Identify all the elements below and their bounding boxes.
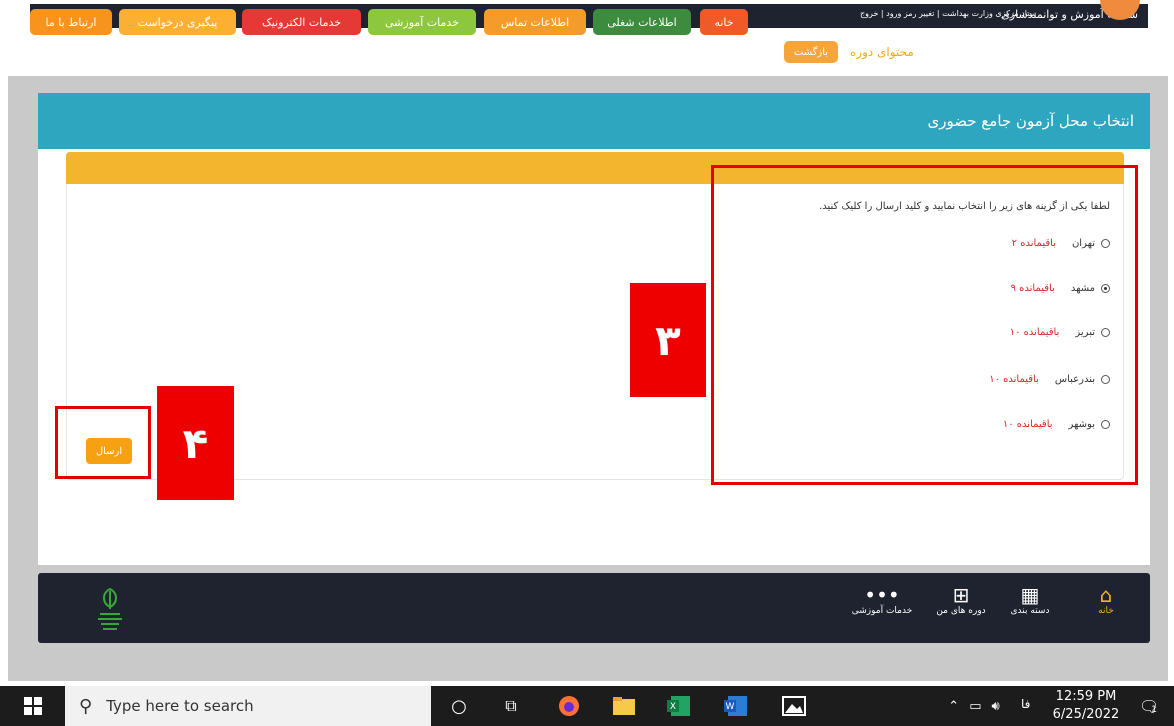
file-explorer-button[interactable] — [601, 686, 647, 726]
nav-track-request-button[interactable]: پیگیری درخواست — [119, 9, 236, 35]
nav-contact-us-button[interactable]: ارتباط با ما — [30, 9, 112, 35]
nav-bar — [30, 28, 1148, 76]
annotation-label-3: ۳ — [630, 283, 706, 397]
notification-button[interactable]: 🗨︎ 1 — [1128, 686, 1168, 726]
taskbar-clock[interactable]: 12:59 PM 6/25/2022 — [1046, 688, 1126, 724]
page-title: انتخاب محل آزمون جامع حضوری — [927, 112, 1134, 130]
taskbar-search-box[interactable]: ⚲ Type here to search — [65, 686, 431, 726]
clock-date: 6/25/2022 — [1052, 707, 1120, 722]
chevron-up-icon[interactable]: ⌃ — [948, 699, 959, 714]
annotation-box-3 — [711, 165, 1138, 485]
cortana-icon: ○ — [451, 695, 467, 717]
nav-job-info-button[interactable]: اطلاعات شغلی — [593, 9, 691, 35]
footer-edu-services[interactable]: ••• خدمات آموزشی — [844, 584, 920, 616]
excel-icon: X — [667, 696, 690, 716]
back-button[interactable]: بازگشت — [784, 41, 838, 63]
network-icon[interactable]: ▭ — [969, 699, 981, 714]
svg-text:X: X — [670, 702, 676, 712]
search-icon: ⚲ — [79, 695, 93, 717]
clock-time: 12:59 PM — [1055, 689, 1117, 704]
submit-button[interactable]: ارسال — [86, 438, 132, 464]
folder-icon — [613, 697, 635, 715]
firefox-button[interactable] — [546, 686, 592, 726]
cortana-button[interactable]: ○ — [436, 686, 482, 726]
home-icon: ⌂ — [1099, 583, 1113, 607]
volume-icon[interactable]: 🔊︎ — [992, 699, 1000, 714]
footer-home[interactable]: ⌂ خانه — [1090, 584, 1122, 616]
language-indicator[interactable]: فا — [1021, 697, 1030, 711]
nav-e-services-button[interactable]: خدمات الکترونیک — [242, 9, 361, 35]
task-view-icon: ⧉ — [505, 696, 517, 715]
svg-text:W: W — [726, 702, 735, 712]
photos-icon — [782, 696, 806, 716]
word-button[interactable]: W — [713, 686, 759, 726]
footer-my-courses[interactable]: ⊞ دوره های من — [926, 584, 996, 616]
nav-contact-info-button[interactable]: اطلاعات تماس — [484, 9, 586, 35]
task-view-button[interactable]: ⧉ — [488, 686, 534, 726]
system-tray[interactable]: ⌃ ▭ 🔊︎ — [924, 686, 1024, 726]
more-icon: ••• — [864, 583, 900, 607]
notification-count: 1 — [1151, 705, 1158, 715]
presentation-icon: ⊞ — [952, 583, 970, 607]
nav-home-button[interactable]: خانه — [700, 9, 748, 35]
search-placeholder: Type here to search — [106, 697, 254, 715]
course-content-label: محتوای دوره — [850, 45, 914, 59]
windows-icon — [24, 697, 42, 715]
firefox-icon — [559, 696, 579, 716]
grid-icon: ▦ — [1020, 583, 1040, 607]
photos-button[interactable] — [771, 686, 817, 726]
annotation-label-4: ۴ — [157, 386, 234, 500]
word-icon: W — [724, 696, 747, 716]
excel-button[interactable]: X — [656, 686, 702, 726]
nav-edu-services-button[interactable]: خدمات آموزشی — [368, 9, 476, 35]
emblem-logo — [98, 587, 122, 630]
top-links[interactable]: ستاد مرکزی وزارت بهداشت | تغییر رمز ورود… — [860, 9, 1036, 18]
footer-categories[interactable]: ▦ دسته بندی — [1002, 584, 1058, 616]
windows-start-button[interactable] — [10, 686, 56, 726]
